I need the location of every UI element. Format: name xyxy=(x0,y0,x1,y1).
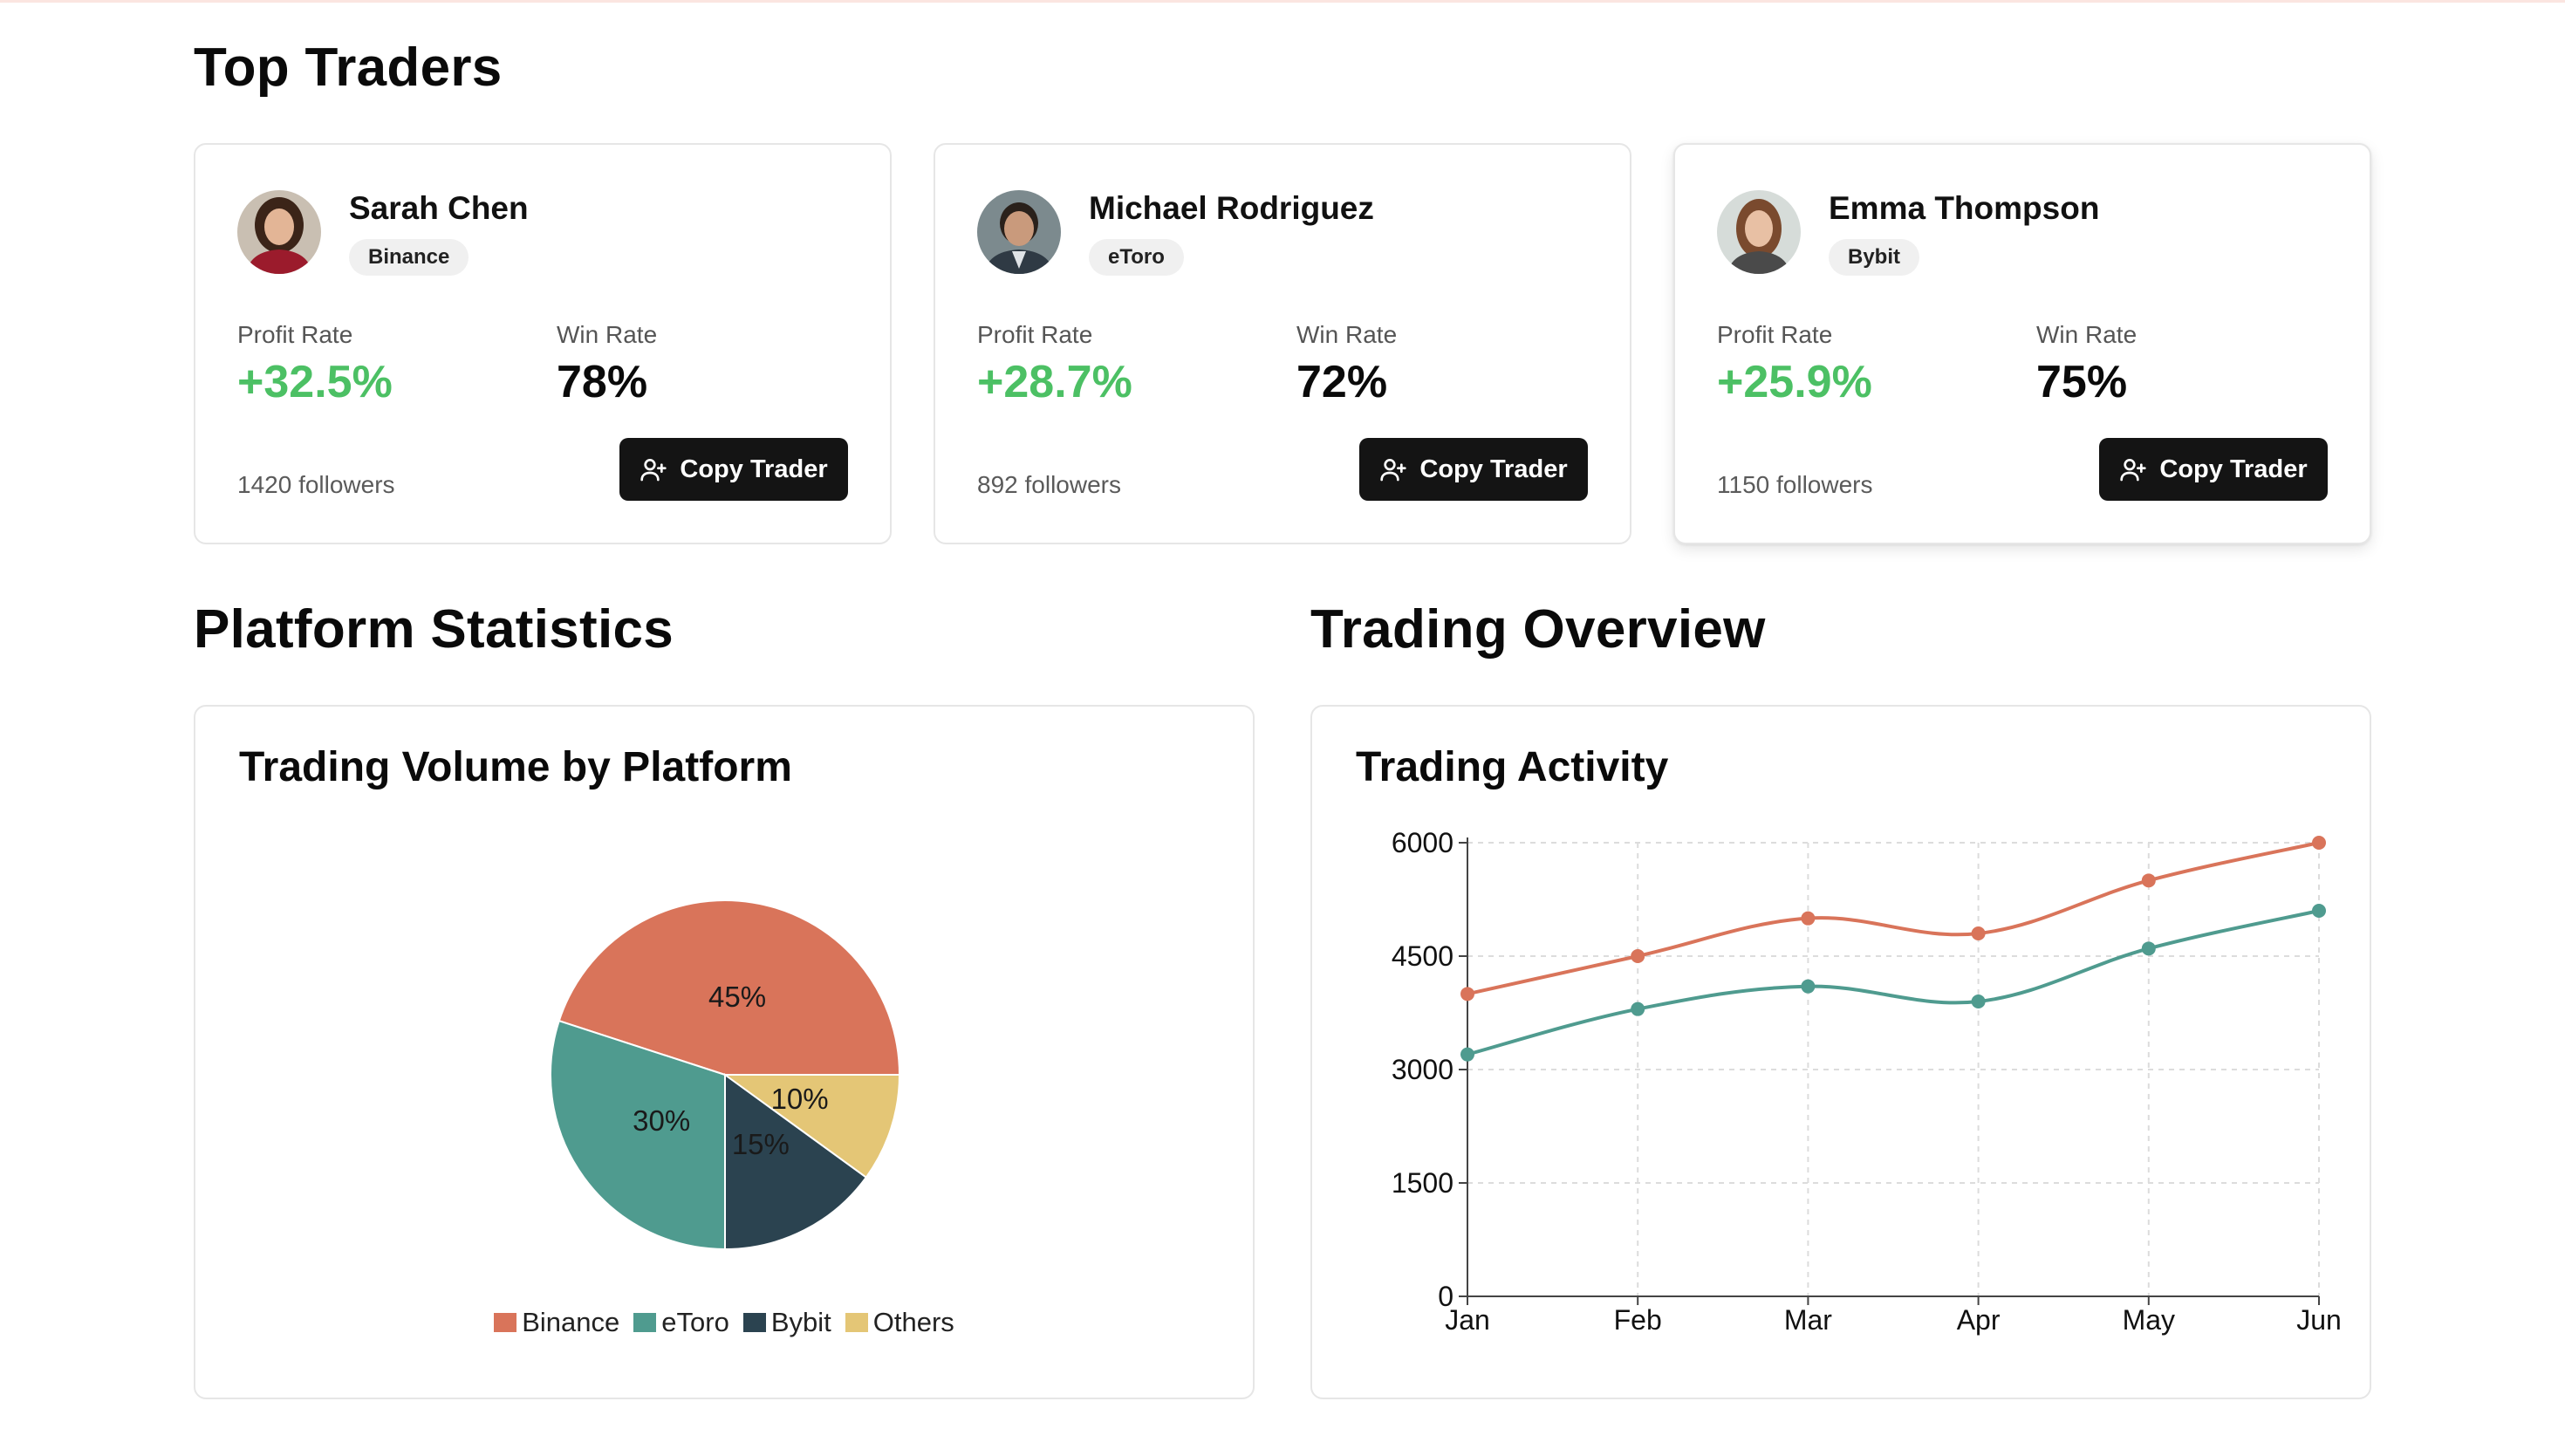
legend-swatch xyxy=(742,1313,766,1332)
win-rate-value: 78% xyxy=(557,357,648,407)
legend-item-etoro[interactable]: eToro xyxy=(633,1307,729,1338)
copy-trader-label: Copy Trader xyxy=(1419,455,1568,483)
user-plus-icon xyxy=(640,459,667,482)
pie-legend: Binance eToro Bybit Others xyxy=(195,1307,1253,1338)
data-point-0-mar[interactable] xyxy=(1801,911,1816,926)
legend-item-others[interactable]: Others xyxy=(845,1307,954,1338)
data-point-1-may[interactable] xyxy=(2141,941,2156,956)
trader-card-michael-rodriguez: Michael Rodriguez eToro Profit Rate Win … xyxy=(934,143,1631,544)
pie-label-bybit: 15% xyxy=(732,1128,790,1160)
win-rate-label: Win Rate xyxy=(1296,321,1398,348)
data-point-1-jun[interactable] xyxy=(2312,904,2326,918)
data-point-0-may[interactable] xyxy=(2141,873,2156,888)
trading-activity-card: Trading Activity 0 1500 3000 4500 6000 Jan Feb… xyxy=(1310,705,2371,1399)
series-line-0 xyxy=(1467,841,2320,996)
copy-trader-label: Copy Trader xyxy=(680,455,828,483)
trading-overview-heading: Trading Overview xyxy=(1310,599,1766,660)
user-plus-icon xyxy=(1380,459,1407,482)
trading-volume-card: Trading Volume by Platform 45% 30% 15% 10% … xyxy=(194,705,1255,1399)
legend-item-binance[interactable]: Binance xyxy=(494,1307,619,1338)
x-tick-label: May xyxy=(2123,1304,2175,1336)
trader-card-emma-thompson: Emma Thompson Bybit Profit Rate Win Rate… xyxy=(1673,143,2371,544)
data-point-1-apr[interactable] xyxy=(1971,995,1986,1008)
win-rate-value: 72% xyxy=(1296,357,1388,407)
copy-trader-label: Copy Trader xyxy=(2159,455,2308,483)
profit-rate-value: +32.5% xyxy=(237,357,393,407)
data-point-1-feb[interactable] xyxy=(1631,1001,1645,1016)
copy-trader-button[interactable]: Copy Trader xyxy=(2099,438,2328,501)
pie-label-binance: 45% xyxy=(708,981,766,1013)
y-tick-label: 4500 xyxy=(1392,940,1454,972)
pie-label-others: 10% xyxy=(771,1083,829,1115)
win-rate-label: Win Rate xyxy=(2036,321,2138,348)
line-chart: 01500300045006000Jan Feb Mar Apr May Jun xyxy=(1392,827,2342,1336)
legend-swatch xyxy=(494,1313,517,1332)
series-line-1 xyxy=(1467,909,2320,1056)
copy-trader-button[interactable]: Copy Trader xyxy=(1359,438,1588,501)
copy-trader-button[interactable]: Copy Trader xyxy=(619,438,848,501)
followers-count: 892 followers xyxy=(977,471,1121,498)
avatar xyxy=(977,190,1061,274)
data-point-1-mar[interactable] xyxy=(1801,979,1816,994)
platform-badge: Bybit xyxy=(1829,239,1919,276)
legend-label: Binance xyxy=(522,1307,620,1337)
pie-label-etoro: 30% xyxy=(633,1104,690,1137)
trader-name: Michael Rodriguez xyxy=(1089,190,1374,226)
x-tick-label: Feb xyxy=(1614,1304,1662,1336)
profit-rate-value: +25.9% xyxy=(1717,357,1872,407)
legend-swatch xyxy=(633,1313,657,1332)
followers-count: 1420 followers xyxy=(237,471,395,498)
legend-label: Bybit xyxy=(770,1307,831,1337)
data-point-1-jan[interactable] xyxy=(1460,1047,1474,1062)
user-plus-icon xyxy=(2120,459,2147,482)
followers-count: 1150 followers xyxy=(1717,471,1873,498)
legend-item-bybit[interactable]: Bybit xyxy=(742,1307,831,1338)
profit-rate-value: +28.7% xyxy=(977,357,1132,407)
y-tick-label: 6000 xyxy=(1392,827,1454,858)
avatar xyxy=(1717,190,1801,274)
x-tick-label: Mar xyxy=(1784,1304,1832,1336)
pie-chart: 45% 30% 15% 10% xyxy=(550,899,901,1251)
profit-rate-label: Profit Rate xyxy=(977,321,1093,348)
trader-card-sarah-chen: Sarah Chen Binance Profit Rate Win Rate … xyxy=(194,143,892,544)
x-tick-label: Jan xyxy=(1445,1304,1490,1336)
y-tick-label: 1500 xyxy=(1392,1167,1454,1199)
y-tick-label: 3000 xyxy=(1392,1054,1454,1085)
legend-label: eToro xyxy=(661,1307,729,1337)
data-point-0-jun[interactable] xyxy=(2312,836,2326,850)
trader-name: Emma Thompson xyxy=(1829,190,2100,226)
data-point-0-jan[interactable] xyxy=(1460,987,1474,1001)
platform-statistics-heading: Platform Statistics xyxy=(194,599,674,660)
legend-swatch xyxy=(845,1313,868,1332)
x-tick-label: Jun xyxy=(2296,1304,2342,1336)
win-rate-label: Win Rate xyxy=(557,321,658,348)
top-traders-heading: Top Traders xyxy=(194,38,503,98)
legend-label: Others xyxy=(872,1307,954,1337)
win-rate-value: 75% xyxy=(2036,357,2128,407)
avatar xyxy=(237,190,321,274)
data-point-0-apr[interactable] xyxy=(1971,926,1986,940)
data-point-0-feb[interactable] xyxy=(1631,949,1645,963)
profit-rate-label: Profit Rate xyxy=(1717,321,1833,348)
x-tick-label: Apr xyxy=(1957,1304,2001,1336)
profit-rate-label: Profit Rate xyxy=(237,321,353,348)
top-accent-line xyxy=(0,0,2565,3)
platform-badge: Binance xyxy=(349,239,469,276)
platform-badge: eToro xyxy=(1089,239,1184,276)
trader-name: Sarah Chen xyxy=(349,190,529,226)
